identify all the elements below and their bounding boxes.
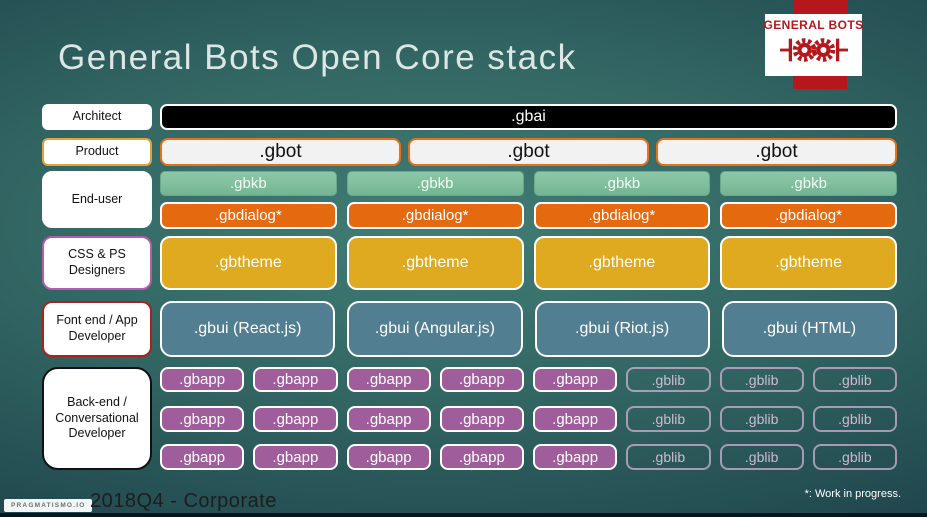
gbapp-box: .gbapp	[160, 367, 245, 392]
gbui-box: .gbui (Angular.js)	[347, 301, 523, 357]
page-title: General Bots Open Core stack	[58, 38, 577, 77]
logo-brand-text: GENERAL BOTS	[763, 18, 864, 32]
gbdialog-box: .gbdialog*	[160, 202, 337, 229]
gbtheme-box: .gbtheme	[346, 236, 524, 290]
row-label-end-user: End-user	[42, 171, 152, 228]
row-label-css-ps-designers: CSS & PS Designers	[42, 236, 152, 290]
gbtheme-box: .gbtheme	[720, 236, 897, 290]
gbapp-box: .gbapp	[160, 406, 245, 432]
gbdialog-box: .gbdialog*	[346, 202, 524, 229]
gbapp-box: .gbapp	[346, 444, 431, 470]
gbot-box: .gbot	[408, 138, 649, 166]
gbkb-box: .gbkb	[346, 171, 524, 196]
gbkb-row: .gbkb .gbkb .gbkb .gbkb	[160, 171, 897, 196]
gblib-box: .gblib	[626, 406, 711, 432]
backend-row: .gbapp .gbapp .gbapp .gbapp .gbapp .gbli…	[160, 367, 897, 392]
gbapp-box: .gbapp	[253, 406, 338, 432]
gblib-box: .gblib	[812, 367, 897, 392]
gbui-row: .gbui (React.js) .gbui (Angular.js) .gbu…	[160, 301, 897, 357]
gblib-box: .gblib	[719, 406, 804, 432]
gblib-box: .gblib	[626, 444, 711, 470]
gbdialog-box: .gbdialog*	[533, 202, 711, 229]
gbdialog-box: .gbdialog*	[720, 202, 897, 229]
gbot-box: .gbot	[656, 138, 897, 166]
backend-row: .gbapp .gbapp .gbapp .gbapp .gbapp .gbli…	[160, 406, 897, 432]
gbapp-box: .gbapp	[439, 406, 524, 432]
bottom-edge-strip	[0, 513, 927, 517]
gbapp-box: .gbapp	[346, 367, 431, 392]
row-label-product: Product	[42, 138, 152, 166]
gbapp-box: .gbapp	[439, 367, 524, 392]
gbai-bar: .gbai	[160, 104, 897, 130]
general-bots-logo: GENERAL BOTS	[763, 14, 864, 76]
row-label-architect: Architect	[42, 104, 152, 130]
gblib-box: .gblib	[812, 444, 897, 470]
gbai-row: .gbai	[160, 104, 897, 130]
gbtheme-box: .gbtheme	[533, 236, 711, 290]
gbapp-box: .gbapp	[253, 444, 338, 470]
gblib-box: .gblib	[626, 367, 711, 392]
gbapp-box: .gbapp	[439, 444, 524, 470]
backend-row: .gbapp .gbapp .gbapp .gbapp .gbapp .gbli…	[160, 444, 897, 470]
gbtheme-row: .gbtheme .gbtheme .gbtheme .gbtheme	[160, 236, 897, 290]
gbapp-box: .gbapp	[533, 406, 618, 432]
gbot-row: .gbot .gbot .gbot	[160, 138, 897, 166]
gblib-box: .gblib	[812, 406, 897, 432]
pragmatismo-logo: PRAGMATISMO.IO	[4, 499, 93, 512]
gears-icon	[777, 33, 851, 72]
gblib-box: .gblib	[719, 367, 804, 392]
row-label-backend-conversational-developer: Back-end / Conversational Developer	[42, 367, 152, 470]
gbdialog-row: .gbdialog* .gbdialog* .gbdialog* .gbdial…	[160, 202, 897, 229]
gbtheme-box: .gbtheme	[160, 236, 337, 290]
gbui-box: .gbui (React.js)	[160, 301, 336, 357]
gbapp-box: .gbapp	[160, 444, 245, 470]
gbui-box: .gbui (Riot.js)	[534, 301, 710, 357]
gbapp-box: .gbapp	[253, 367, 338, 392]
work-in-progress-note: *: Work in progress.	[804, 488, 901, 500]
gbui-box: .gbui (HTML)	[721, 301, 897, 357]
gbot-box: .gbot	[160, 138, 401, 166]
gbapp-box: .gbapp	[346, 406, 431, 432]
gbapp-box: .gbapp	[533, 367, 618, 392]
slide-footer-caption: 2018Q4 - Corporate	[90, 490, 277, 512]
gbkb-box: .gbkb	[720, 171, 897, 196]
row-label-frontend-app-developer: Font end / App Developer	[42, 301, 152, 357]
gbapp-box: .gbapp	[533, 444, 618, 470]
gbkb-box: .gbkb	[533, 171, 711, 196]
gblib-box: .gblib	[719, 444, 804, 470]
gbkb-box: .gbkb	[160, 171, 337, 196]
